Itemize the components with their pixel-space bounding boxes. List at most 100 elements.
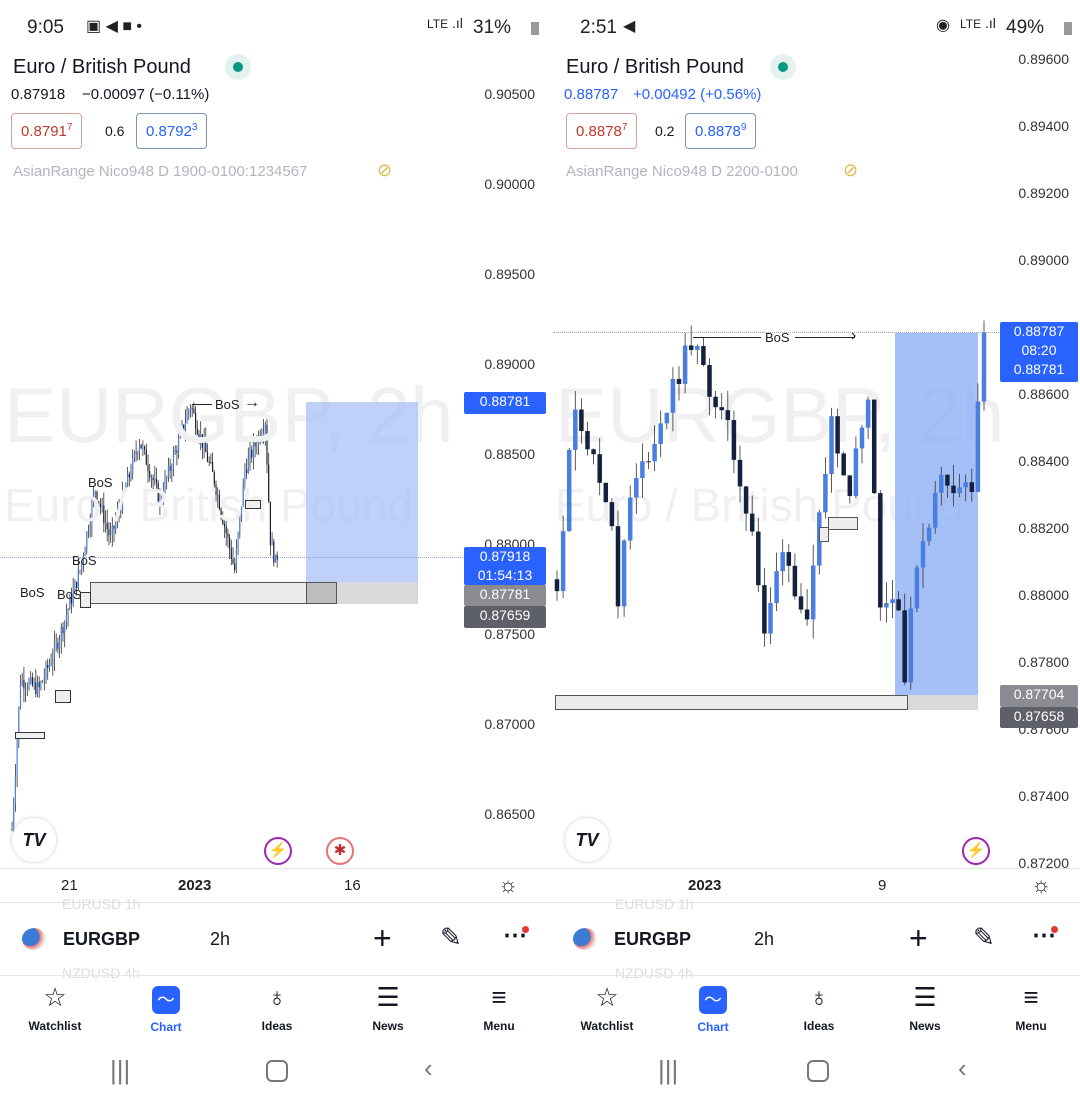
sell-button[interactable]: 0.87917 [11,113,83,149]
buy-button[interactable]: 0.88789 [685,113,757,149]
notification-dot [1051,926,1058,933]
candle-body [585,431,590,450]
settings-gear-icon[interactable]: ☼ [1031,872,1051,898]
candle-body [896,599,901,611]
nav-item-chart[interactable]: 〜 Chart [126,982,206,1034]
candle-body [884,603,889,608]
bos-label: BoS [20,585,45,600]
indicator-legend[interactable]: AsianRange Nico948 D 2200-0100 [566,163,798,180]
back-icon[interactable]: ‹ [424,1053,433,1084]
current-price-tag: 0.88787 08:20 0.88781 [1000,322,1078,382]
candle-body [33,682,35,685]
candle-body [579,409,584,432]
next-symbol[interactable]: NZDUSD 4h [62,965,140,981]
eye-hidden-icon[interactable]: ⊘ [377,160,392,181]
candle-body [11,829,13,831]
back-icon[interactable]: ‹ [958,1053,967,1084]
nav-item-menu[interactable]: ≡ Menu [991,982,1071,1033]
candle-body [810,565,816,620]
timeframe[interactable]: 2h [210,929,230,950]
recent-apps-icon[interactable]: ||| [658,1055,678,1086]
nav-item-ideas[interactable]: ♁ Ideas [779,982,859,1033]
candle-body [621,540,627,607]
nav-item-news[interactable]: ☰ News [348,982,428,1033]
candle-body [130,473,132,478]
last-price: 0.88787 [564,86,619,103]
prev-symbol[interactable]: EURUSD 1h [615,896,694,912]
candle-body [713,396,718,408]
nav-item-chart[interactable]: 〜 Chart [673,982,753,1034]
recent-apps-icon[interactable]: ||| [110,1055,130,1086]
lightning-icon[interactable]: ⚡ [264,837,292,865]
candle-body [939,474,944,493]
candle-body [969,482,975,492]
candle-body [634,477,639,498]
drawing-pen-icon[interactable]: ✎ [973,922,995,953]
add-icon[interactable]: + [373,920,392,957]
target-zone[interactable] [306,402,418,582]
price-axis-label: 0.87000 [484,716,535,732]
candle-body [64,621,66,634]
nav-item-watchlist[interactable]: ☆ Watchlist [15,982,95,1033]
nav-label: Chart [697,1020,729,1034]
candle-body [149,471,151,478]
phone-screenshot-right: EURGBP, 2h Euro / British Pound BoS › 2:… [553,0,1080,1100]
bid-price: 0.8791 [21,123,67,140]
candle-body [38,682,40,688]
add-icon[interactable]: + [909,920,928,957]
candle-body [566,449,572,532]
tradingview-logo[interactable]: TV [565,818,609,862]
nav-item-menu[interactable]: ≡ Menu [459,982,539,1033]
candle-body [77,570,79,589]
symbol-title[interactable]: Euro / British Pound [13,56,191,79]
demand-zone[interactable] [555,695,908,710]
phone-screenshot-left: EURGBP, 2h Euro / British Pound BoS BoS … [0,0,552,1100]
prev-symbol[interactable]: EURUSD 1h [62,896,141,912]
nav-label: News [372,1019,404,1033]
next-symbol[interactable]: NZDUSD 4h [615,965,693,981]
status-time: 9:05 [27,17,64,38]
tradingview-logo[interactable]: TV [12,818,56,862]
drawing-pen-icon[interactable]: ✎ [440,922,462,953]
candle-body [975,401,981,492]
nav-item-watchlist[interactable]: ☆ Watchlist [567,982,647,1033]
sell-button[interactable]: 0.88787 [566,113,638,149]
order-block [55,690,71,703]
symbol-ticker[interactable]: EURGBP [614,929,691,950]
spread: 0.2 [655,123,675,139]
price-axis-label: 0.89000 [484,356,535,372]
order-block [819,527,829,542]
candle-body [560,531,566,592]
candle-body [792,565,798,597]
timeframe[interactable]: 2h [754,929,774,950]
price-axis-label: 0.88200 [1018,520,1069,536]
price-change: −0.00097 (−0.11%) [82,86,210,103]
bos-line [795,337,855,338]
symbol-title[interactable]: Euro / British Pound [566,56,744,79]
nav-item-ideas[interactable]: ♁ Ideas [237,982,317,1033]
demand-zone-overlap [306,582,337,604]
candle-body [682,345,688,384]
buy-button[interactable]: 0.87923 [136,113,208,149]
home-icon[interactable] [807,1060,829,1082]
lightning-icon[interactable]: ⚡ [962,837,990,865]
candle-body [737,459,743,487]
time-label: 2023 [688,877,722,894]
candle-body [48,664,50,669]
time-label: 21 [61,877,78,894]
candle-body [573,409,578,450]
lightbulb-icon: ♁ [267,982,287,1012]
symbol-ticker[interactable]: EURGBP [63,929,140,950]
current-price-tag: 0.87918 01:54:13 [464,547,546,585]
nav-item-news[interactable]: ☰ News [885,982,965,1033]
uk-flag-icon[interactable]: ✱ [326,837,354,865]
indicator-legend[interactable]: AsianRange Nico948 D 1900-0100:1234567 [13,163,307,180]
settings-gear-icon[interactable]: ☼ [498,872,518,898]
price-axis-label: 0.87400 [1018,788,1069,804]
candle-body [829,416,834,474]
candle-body [853,448,859,497]
bos-label: BoS [88,475,113,490]
home-icon[interactable] [266,1060,288,1082]
eye-hidden-icon[interactable]: ⊘ [843,160,858,181]
candle-body [67,609,69,616]
